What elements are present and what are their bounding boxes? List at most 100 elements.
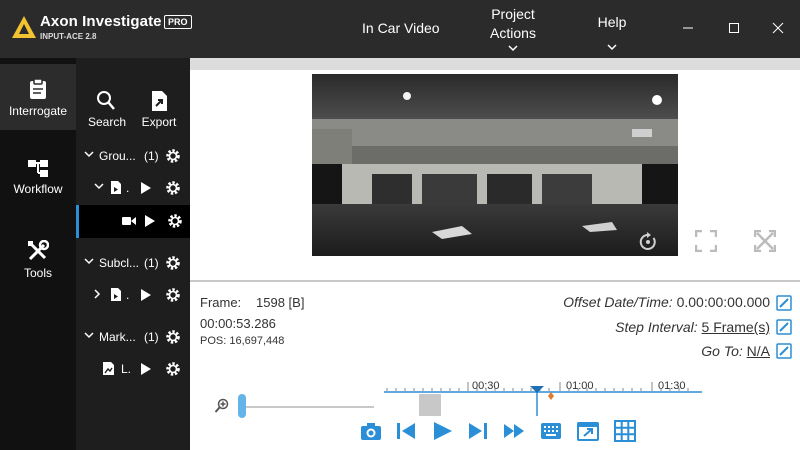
rotate-icon[interactable] <box>638 232 658 252</box>
video-frame-image <box>312 74 678 256</box>
gear-icon[interactable] <box>164 360 182 378</box>
tree-row-subclip-file[interactable]: . <box>76 280 190 310</box>
menu-in-car-video[interactable]: In Car Video <box>362 20 440 36</box>
rail-item-interrogate[interactable]: Interrogate <box>0 64 76 130</box>
play-icon[interactable] <box>140 288 152 302</box>
timeline-ruler <box>384 382 702 416</box>
gear-icon[interactable] <box>166 212 184 230</box>
menu-project-actions[interactable]: Project Actions <box>476 5 550 43</box>
edit-step-icon[interactable] <box>776 319 792 335</box>
maximize-icon[interactable] <box>724 18 744 38</box>
markers-label: Mark... <box>99 330 136 344</box>
play-icon[interactable] <box>140 181 152 195</box>
offset-datetime: Offset Date/Time: 0.00:00:00.000 <box>563 294 770 310</box>
fast-forward-icon[interactable] <box>503 420 525 442</box>
gear-icon[interactable] <box>164 286 182 304</box>
gear-icon[interactable] <box>164 254 182 272</box>
subclips-count: (1) <box>144 256 159 270</box>
gear-icon[interactable] <box>164 147 182 165</box>
tree-row-groups[interactable]: Grou... (1) <box>76 141 190 171</box>
rail-item-tools[interactable]: Tools <box>0 240 76 286</box>
export-label: Export <box>141 115 177 129</box>
expand-icon[interactable] <box>754 230 776 252</box>
tree-row-marker-file[interactable]: L. <box>76 354 190 384</box>
file-icon <box>111 181 121 194</box>
play-icon[interactable] <box>144 214 156 228</box>
zoom-icon <box>214 398 229 413</box>
gear-icon[interactable] <box>164 328 182 346</box>
step-label: Step Interval: <box>615 319 698 335</box>
play-icon[interactable] <box>431 420 453 442</box>
frame-value: 1598 [B] <box>256 295 305 310</box>
snapshot-camera-icon[interactable] <box>360 420 382 442</box>
keyboard-icon[interactable] <box>540 420 562 442</box>
title-bar: Axon Investigate PRO INPUT-ACE 2.8 In Ca… <box>0 0 800 58</box>
zoom-handle[interactable] <box>238 394 246 418</box>
main-panel: Frame: 1598 [B] 00:00:53.286 POS: 16,697… <box>190 58 800 450</box>
gear-icon[interactable] <box>164 179 182 197</box>
timecode: 00:00:53.286 <box>200 316 276 331</box>
chevron-down-icon[interactable] <box>84 151 94 159</box>
goto-value-link[interactable]: N/A <box>747 343 770 359</box>
menu-project-line2: Actions <box>490 25 536 41</box>
tree-row-markers[interactable]: Mark... (1) <box>76 322 190 352</box>
tree-row-video-selected[interactable] <box>76 205 190 238</box>
goto-label: Go To: <box>701 343 743 359</box>
menu-project-line1: Project <box>491 6 535 22</box>
offset-value: 0.00:00:00.000 <box>676 294 770 310</box>
clipboard-icon <box>30 78 46 99</box>
grid-layout-icon[interactable] <box>614 420 636 442</box>
chevron-down-icon[interactable] <box>606 43 618 51</box>
search-button[interactable]: Search <box>88 90 127 129</box>
search-icon <box>97 91 115 110</box>
subclips-label: Subcl... <box>99 256 140 270</box>
tree-row-subclips[interactable]: Subcl... (1) <box>76 248 190 278</box>
axon-logo-icon <box>12 16 36 38</box>
app-version: INPUT-ACE 2.8 <box>40 32 97 41</box>
markers-count: (1) <box>144 330 159 344</box>
chevron-down-icon[interactable] <box>84 332 94 340</box>
workflow-icon <box>28 160 48 177</box>
rail-label-interrogate: Interrogate <box>8 104 68 118</box>
play-icon[interactable] <box>140 362 152 376</box>
step-back-icon[interactable] <box>395 420 417 442</box>
timeline[interactable]: 00:30 01:00 01:30 <box>384 380 702 416</box>
app-window: Axon Investigate PRO INPUT-ACE 2.8 In Ca… <box>0 0 800 450</box>
subclip-file-label: . <box>126 288 130 302</box>
edit-offset-icon[interactable] <box>776 295 792 311</box>
tools-icon <box>28 240 49 261</box>
pro-badge: PRO <box>164 15 192 29</box>
popout-window-icon[interactable] <box>577 420 599 442</box>
video-viewer[interactable] <box>312 74 678 256</box>
edit-goto-icon[interactable] <box>776 343 792 359</box>
tree-row-file[interactable]: . <box>76 173 190 203</box>
file-label: . <box>126 181 130 195</box>
project-tree-panel: Search Export Grou... (1) . Subcl... (1)… <box>76 58 190 450</box>
step-forward-icon[interactable] <box>467 420 489 442</box>
close-icon[interactable] <box>768 18 788 38</box>
selection-indicator <box>76 205 79 238</box>
file-icon <box>111 288 121 301</box>
search-label: Search <box>88 115 127 129</box>
zoom-track[interactable] <box>244 406 374 408</box>
chevron-down-icon[interactable] <box>84 258 94 266</box>
step-value-link[interactable]: 5 Frame(s) <box>702 319 770 335</box>
export-icon <box>152 91 167 111</box>
image-file-icon <box>103 362 114 375</box>
step-interval: Step Interval: 5 Frame(s) <box>615 319 770 335</box>
menu-help[interactable]: Help <box>592 14 632 30</box>
video-camera-icon <box>122 217 136 225</box>
groups-count: (1) <box>144 149 159 163</box>
frame-label: Frame: <box>200 295 242 310</box>
left-nav-rail: Interrogate Workflow Tools <box>0 58 76 450</box>
chevron-right-icon[interactable] <box>94 289 102 299</box>
rail-label-workflow: Workflow <box>13 182 63 196</box>
fullscreen-icon[interactable] <box>695 230 717 252</box>
chevron-down-icon[interactable] <box>507 44 519 52</box>
rail-item-workflow[interactable]: Workflow <box>0 158 76 204</box>
export-button[interactable]: Export <box>140 90 178 129</box>
panel-divider <box>190 280 800 282</box>
chevron-down-icon[interactable] <box>94 183 104 191</box>
minimize-icon[interactable] <box>678 18 698 38</box>
rail-label-tools: Tools <box>23 266 52 280</box>
